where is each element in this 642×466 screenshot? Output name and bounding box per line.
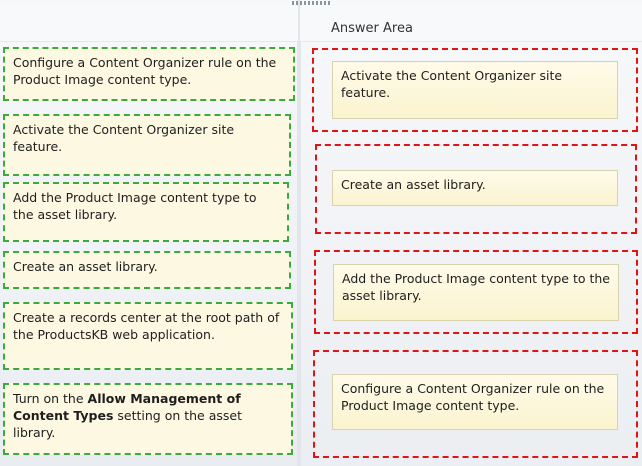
source-item-label: Add the Product Image content type to th… [13, 190, 257, 222]
answer-item-label: Add the Product Image content type to th… [342, 271, 610, 303]
answer-area-header: Answer Area [300, 6, 642, 42]
answer-item-1[interactable]: Activate the Content Organizer site feat… [332, 61, 618, 119]
source-item-create-records-center[interactable]: Create a records center at the root path… [3, 302, 293, 370]
answer-item-label: Activate the Content Organizer site feat… [341, 68, 563, 100]
source-item-label: Configure a Content Organizer rule on th… [13, 55, 277, 87]
answer-area-title: Answer Area [331, 21, 413, 36]
source-item-create-asset-library[interactable]: Create an asset library. [3, 251, 291, 289]
source-header [0, 6, 298, 42]
panel-splitter[interactable] [297, 0, 301, 466]
source-item-activate-feature[interactable]: Activate the Content Organizer site feat… [3, 114, 291, 176]
source-item-label: Create an asset library. [13, 259, 158, 274]
source-item-allow-management[interactable]: Turn on the Allow Management of Content … [3, 383, 293, 455]
answer-item-4[interactable]: Configure a Content Organizer rule on th… [332, 374, 618, 430]
answer-item-2[interactable]: Create an asset library. [332, 170, 618, 206]
source-item-label: Activate the Content Organizer site feat… [13, 122, 235, 154]
answer-item-label: Create an asset library. [341, 177, 486, 192]
splitter-grip-icon[interactable] [292, 1, 332, 5]
answer-item-3[interactable]: Add the Product Image content type to th… [333, 264, 619, 321]
answer-item-label: Configure a Content Organizer rule on th… [341, 381, 605, 413]
source-item-label-part: Turn on the [13, 391, 88, 406]
source-item-add-content-type[interactable]: Add the Product Image content type to th… [3, 182, 289, 242]
source-item-configure-rule[interactable]: Configure a Content Organizer rule on th… [3, 47, 295, 101]
source-item-label: Create a records center at the root path… [13, 310, 280, 342]
